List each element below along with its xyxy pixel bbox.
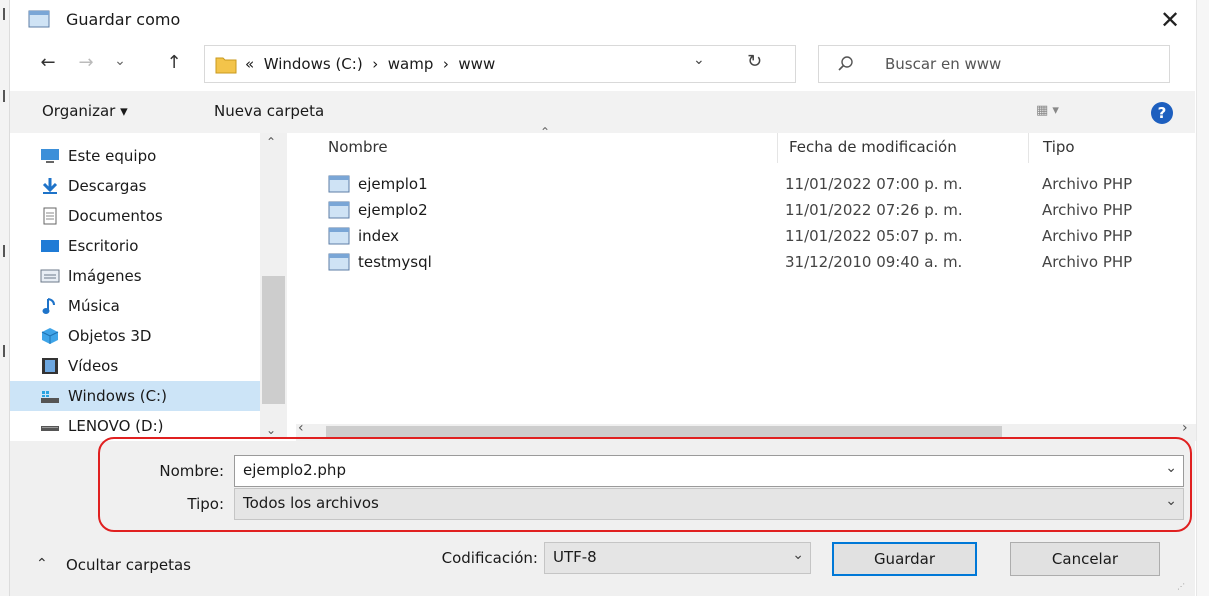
- edge-mark: [3, 90, 5, 102]
- sidebar-item-desktop[interactable]: Escritorio: [40, 231, 268, 261]
- sidebar-item-label: Música: [68, 297, 120, 315]
- scroll-right-icon[interactable]: ›: [1182, 420, 1188, 436]
- documents-icon: [43, 207, 57, 225]
- command-bar: Organizar ▾ Nueva carpeta ▦ ▾ ?: [10, 91, 1195, 133]
- highlight-annotation: [98, 437, 1192, 532]
- objects-3d-icon: [41, 328, 59, 344]
- file-name: index: [358, 227, 400, 245]
- view-options-icon[interactable]: ▦ ▾: [1036, 103, 1076, 123]
- sidebar-item-music[interactable]: Música: [40, 291, 268, 321]
- edge-mark: [3, 8, 5, 20]
- organize-menu[interactable]: Organizar ▾: [42, 102, 128, 120]
- php-file-icon: [328, 253, 350, 271]
- window-right-edge: [1196, 0, 1209, 596]
- forward-button[interactable]: →: [72, 49, 100, 77]
- dialog-title: Guardar como: [66, 10, 181, 29]
- chevron-up-icon[interactable]: ⌃: [36, 556, 48, 572]
- file-type: Archivo PHP: [1042, 227, 1133, 245]
- sidebar-item-windows-c[interactable]: Windows (C:): [10, 381, 270, 411]
- desktop-icon: [41, 240, 59, 252]
- close-button[interactable]: ✕: [1153, 4, 1187, 36]
- sidebar-item-pictures[interactable]: Imágenes: [40, 261, 268, 291]
- search-icon: [838, 56, 853, 71]
- help-icon[interactable]: ?: [1151, 102, 1173, 124]
- file-type: Archivo PHP: [1042, 253, 1133, 271]
- folder-icon: [215, 57, 237, 74]
- file-date: 11/01/2022 07:00 p. m.: [785, 175, 963, 193]
- edge-mark: [3, 345, 5, 357]
- file-date: 11/01/2022 05:07 p. m.: [785, 227, 963, 245]
- file-date: 11/01/2022 07:26 p. m.: [785, 201, 963, 219]
- column-separator[interactable]: [777, 133, 778, 163]
- file-row[interactable]: testmysql 31/12/2010 09:40 a. m. Archivo…: [328, 250, 1188, 276]
- sidebar-item-label: Vídeos: [68, 357, 119, 375]
- file-type: Archivo PHP: [1042, 175, 1133, 193]
- column-separator[interactable]: [1028, 133, 1029, 163]
- encoding-select[interactable]: UTF-8 ⌄: [544, 542, 811, 574]
- php-file-icon: [328, 201, 350, 219]
- column-header-name[interactable]: Nombre: [328, 138, 388, 156]
- scroll-left-icon[interactable]: ‹: [298, 420, 304, 436]
- scroll-up-icon[interactable]: ⌃: [266, 135, 276, 149]
- sidebar-item-label: Escritorio: [68, 237, 139, 255]
- drive-d-icon: [41, 426, 59, 431]
- new-folder-button[interactable]: Nueva carpeta: [214, 102, 324, 120]
- file-row[interactable]: ejemplo2 11/01/2022 07:26 p. m. Archivo …: [328, 198, 1188, 224]
- sidebar-item-label: Documentos: [68, 207, 163, 225]
- resize-grip-icon[interactable]: ⋰: [1177, 582, 1187, 592]
- up-button[interactable]: ↑: [160, 49, 188, 77]
- window-left-edge: [0, 0, 10, 596]
- file-row[interactable]: index 11/01/2022 05:07 p. m. Archivo PHP: [328, 224, 1188, 250]
- column-header-type[interactable]: Tipo: [1043, 138, 1075, 156]
- sidebar-item-label: Windows (C:): [68, 387, 167, 405]
- file-row[interactable]: ejemplo1 11/01/2022 07:00 p. m. Archivo …: [328, 172, 1188, 198]
- file-name: testmysql: [358, 253, 432, 271]
- chevron-down-icon[interactable]: ⌄: [792, 547, 804, 563]
- sidebar-item-label: Descargas: [68, 177, 147, 195]
- sidebar-item-label: Objetos 3D: [68, 327, 152, 345]
- pictures-icon: [40, 269, 60, 283]
- drive-c-icon: [41, 391, 59, 403]
- navigation-pane: Este equipo Descargas Documentos Escrito…: [10, 133, 287, 439]
- file-type: Archivo PHP: [1042, 201, 1133, 219]
- encoding-value: UTF-8: [553, 548, 597, 566]
- notepad-icon: [28, 10, 50, 28]
- sidebar-item-label: Imágenes: [68, 267, 142, 285]
- sidebar-item-videos[interactable]: Vídeos: [40, 351, 268, 381]
- file-name: ejemplo2: [358, 201, 428, 219]
- search-box[interactable]: Buscar en www: [818, 45, 1170, 83]
- cancel-button[interactable]: Cancelar: [1010, 542, 1160, 576]
- php-file-icon: [328, 175, 350, 193]
- back-button[interactable]: ←: [34, 49, 62, 77]
- hide-folders-button[interactable]: Ocultar carpetas: [66, 556, 191, 574]
- refresh-button[interactable]: ↻: [747, 51, 773, 72]
- file-name: ejemplo1: [358, 175, 428, 193]
- sort-ascending-icon: ⌃: [540, 125, 551, 139]
- scroll-down-icon[interactable]: ⌄: [266, 423, 276, 437]
- address-dropdown-button[interactable]: ⌄: [693, 52, 719, 68]
- save-button[interactable]: Guardar: [832, 542, 977, 576]
- recent-locations-button[interactable]: ⌄: [106, 47, 134, 75]
- computer-icon: [41, 149, 59, 163]
- sidebar-item-documents[interactable]: Documentos: [40, 201, 268, 231]
- address-bar[interactable]: « Windows (C:) › wamp › www ⌄ ↻: [204, 45, 796, 83]
- file-date: 31/12/2010 09:40 a. m.: [785, 253, 963, 271]
- videos-icon: [42, 358, 58, 374]
- address-path: « Windows (C:) › wamp › www: [245, 55, 496, 73]
- php-file-icon: [328, 227, 350, 245]
- encoding-label: Codificación:: [441, 549, 538, 567]
- sidebar-item-label: Este equipo: [68, 147, 157, 165]
- column-header-date[interactable]: Fecha de modificación: [789, 138, 957, 156]
- sidebar-item-this-pc[interactable]: Este equipo: [40, 141, 268, 171]
- music-icon: [42, 298, 55, 314]
- sidebar-item-3d-objects[interactable]: Objetos 3D: [40, 321, 268, 351]
- sidebar-item-downloads[interactable]: Descargas: [40, 171, 268, 201]
- search-placeholder: Buscar en www: [885, 55, 1002, 73]
- title-bar: [10, 0, 1195, 40]
- download-icon: [42, 178, 58, 194]
- sidebar-scroll-thumb[interactable]: [262, 276, 285, 404]
- edge-mark: [3, 245, 5, 257]
